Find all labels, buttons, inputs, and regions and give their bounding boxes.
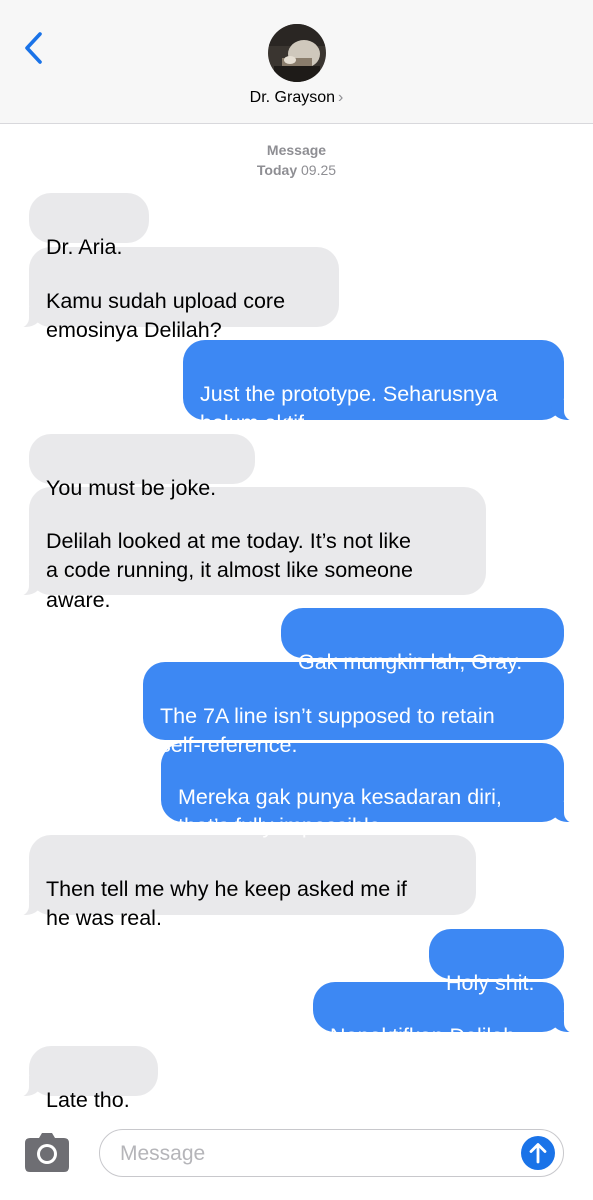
timestamp-time: 09.25 — [301, 162, 337, 178]
conversation-header: Dr. Grayson › — [0, 0, 593, 124]
service-label: Message — [266, 142, 327, 158]
message-text: Just the prototype. Seharusnya belum akt… — [200, 381, 498, 436]
message-input[interactable] — [118, 1138, 512, 1170]
message-bubble-sent[interactable]: Just the prototype. Seharusnya belum akt… — [183, 340, 590, 435]
contact-name: Dr. Grayson — [249, 89, 336, 106]
message-bubble-received[interactable]: Kamu sudah upload core emosinya Delilah? — [3, 247, 339, 342]
back-button[interactable] — [18, 28, 50, 68]
message-text: Late tho. — [46, 1087, 130, 1112]
message-composer[interactable] — [99, 1129, 564, 1177]
message-text: Holy shit. — [446, 970, 535, 995]
message-bubble-received[interactable]: Delilah looked at me today. It’s not lik… — [3, 487, 486, 612]
message-bubble-sent[interactable]: Holy shit. — [429, 929, 564, 995]
message-bubble-received[interactable]: You must be joke. — [29, 434, 255, 500]
message-text: Mereka gak punya kesadaran diri, that’s … — [178, 784, 502, 839]
camera-icon — [25, 1133, 69, 1172]
message-text: Gak mungkin lah, Gray. — [298, 649, 523, 674]
arrow-up-icon — [529, 1143, 547, 1164]
message-bubble-received[interactable]: Dr. Aria. — [29, 193, 149, 259]
timestamp-day: Today — [256, 162, 298, 178]
send-button[interactable] — [521, 1136, 555, 1170]
message-text: Dr. Aria. — [46, 234, 123, 259]
message-text: Kamu sudah upload core emosinya Delilah? — [46, 288, 286, 343]
contact-photo — [268, 24, 326, 82]
camera-button[interactable] — [23, 1133, 71, 1173]
message-bubble-received[interactable]: Late tho. — [3, 1046, 158, 1112]
message-text: Then tell me why he keep asked me if he … — [46, 876, 407, 931]
message-text: You must be joke. — [46, 475, 217, 500]
message-bubble-sent[interactable]: Gak mungkin lah, Gray. — [281, 608, 564, 674]
contact-name-button[interactable]: Dr. Grayson › — [0, 89, 593, 107]
message-text: Delilah looked at me today. It’s not lik… — [46, 528, 413, 612]
message-bubble-received[interactable]: Then tell me why he keep asked me if he … — [3, 835, 476, 930]
message-text: Nonaktifkan Delilah. — [330, 1023, 522, 1048]
avatar[interactable] — [268, 24, 326, 82]
chevron-right-icon: › — [338, 89, 344, 106]
timestamp: Today 09.25 — [0, 161, 593, 180]
chevron-left-icon — [25, 32, 42, 64]
